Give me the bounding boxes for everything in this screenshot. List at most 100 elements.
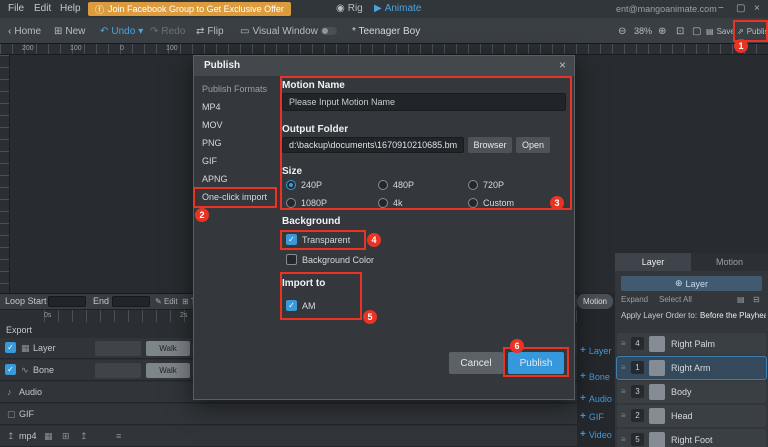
layer-name: Head xyxy=(671,411,693,421)
menu-edit[interactable]: Edit xyxy=(34,3,51,14)
menu-file[interactable]: File xyxy=(8,3,24,14)
layers-icon[interactable]: ▤ xyxy=(737,295,745,304)
plus-icon: + xyxy=(580,345,586,356)
maximize-icon[interactable]: ▢ xyxy=(736,3,745,14)
timeline-clip[interactable] xyxy=(95,363,141,378)
save-button[interactable]: ▤ Save xyxy=(706,24,735,38)
zoom-in-button[interactable]: ⊕ xyxy=(658,24,666,38)
timeline-tick: 0s xyxy=(44,312,52,319)
panel-add-layer-button[interactable]: ⊕ Layer xyxy=(621,276,762,291)
size-option-1080p[interactable]: 1080P xyxy=(286,198,327,208)
drag-handle-icon[interactable]: ≡ xyxy=(621,363,626,372)
drag-handle-icon[interactable]: ≡ xyxy=(621,387,626,396)
undo-label: Undo xyxy=(111,25,136,37)
layer-order-number[interactable]: 5 xyxy=(631,433,644,446)
add-track-icon[interactable]: ⊞ xyxy=(62,431,70,442)
format-png[interactable]: PNG xyxy=(202,138,222,148)
drag-handle-icon[interactable]: ≡ xyxy=(621,411,626,420)
motion-name-input[interactable] xyxy=(282,93,566,111)
add-gif-button[interactable]: + GIF xyxy=(580,411,604,422)
undo-button[interactable]: ↶ Undo ▾ xyxy=(100,24,143,38)
drag-handle-icon[interactable]: ≡ xyxy=(621,339,626,348)
visual-window-button[interactable]: ▭ Visual Window xyxy=(240,24,337,38)
annotation-number-5: 5 xyxy=(363,310,377,324)
walk-clip[interactable]: Walk xyxy=(146,341,190,356)
plus-icon: + xyxy=(580,411,586,422)
size-option-240p[interactable]: 240P xyxy=(286,180,322,190)
layer-row[interactable]: ≡ 1 Right Arm xyxy=(616,356,767,380)
select-all-button[interactable]: Select All xyxy=(659,295,692,304)
loop-start-input[interactable] xyxy=(48,296,86,307)
layer-row[interactable]: ≡ 4 Right Palm xyxy=(617,333,766,355)
visual-window-toggle[interactable] xyxy=(320,27,337,35)
mode-rig[interactable]: ◉ Rig xyxy=(336,3,363,14)
layer-row[interactable]: ≡ 3 Body xyxy=(617,381,766,403)
add-layer-button[interactable]: + Layer xyxy=(580,345,611,356)
account-email[interactable]: ent@mangoanimate.com xyxy=(616,4,717,14)
fit-view-button[interactable]: ⊡ xyxy=(676,24,684,38)
grid-icon[interactable]: ▦ xyxy=(44,431,53,442)
background-color-option[interactable]: Background Color xyxy=(286,254,374,265)
layer-row[interactable]: ≡ 2 Head xyxy=(617,405,766,427)
publish-toolbar-button[interactable]: ⇗Publish xyxy=(737,24,768,38)
format-apng[interactable]: APNG xyxy=(202,174,228,184)
drag-handle-icon[interactable]: ≡ xyxy=(621,435,626,444)
annotation-number-3: 3 xyxy=(550,196,564,210)
minimize-icon[interactable]: − xyxy=(718,3,724,14)
open-button[interactable]: Open xyxy=(516,137,550,153)
close-icon[interactable]: × xyxy=(754,3,760,14)
fullscreen-button[interactable]: ▢ xyxy=(692,24,701,38)
expand-button[interactable]: Expand xyxy=(621,295,648,304)
layer-order-number[interactable]: 4 xyxy=(631,337,644,350)
format-one-click-import[interactable]: One-click import xyxy=(202,192,267,202)
tab-motion[interactable]: Motion xyxy=(691,253,768,271)
browser-button[interactable]: Browser xyxy=(468,137,512,153)
mode-animate[interactable]: ▶ Animate xyxy=(374,3,421,14)
add-video-button[interactable]: + Video xyxy=(580,429,612,440)
edit-button[interactable]: ✎ Edit xyxy=(155,297,178,306)
transparent-option[interactable]: Transparent xyxy=(286,234,350,245)
apply-layer-order[interactable]: Apply Layer Order to: Before the Playhea… xyxy=(621,311,766,322)
layer-order-number[interactable]: 3 xyxy=(631,385,644,398)
save-icon: ▤ xyxy=(706,26,714,36)
timeline-clip[interactable] xyxy=(95,341,141,356)
redo-button[interactable]: ↷ Redo xyxy=(150,24,185,38)
end-input[interactable] xyxy=(112,296,150,307)
home-label: Home xyxy=(14,25,42,37)
layer-order-number[interactable]: 2 xyxy=(631,409,644,422)
output-folder-input[interactable] xyxy=(282,137,464,153)
layer-track-checkbox[interactable] xyxy=(5,342,16,353)
new-button[interactable]: ⊞ New xyxy=(54,24,85,38)
publish-button[interactable]: Publish xyxy=(508,352,564,374)
facebook-banner[interactable]: ⓕ Join Facebook Group to Get Exclusive O… xyxy=(88,2,291,16)
add-layer-label: Layer xyxy=(588,345,612,356)
tab-layer[interactable]: Layer xyxy=(615,253,691,271)
layer-row[interactable]: ≡ 5 Right Foot xyxy=(617,429,766,447)
format-mov[interactable]: MOV xyxy=(202,120,223,130)
delete-icon[interactable]: ⊟ xyxy=(753,295,760,304)
dialog-close-icon[interactable]: × xyxy=(559,58,566,72)
home-button[interactable]: ‹ Home xyxy=(8,24,41,38)
flip-button[interactable]: ⇄ Flip xyxy=(196,24,224,38)
cancel-button[interactable]: Cancel xyxy=(449,352,503,374)
size-option-4k[interactable]: 4k xyxy=(378,198,403,208)
motion-button[interactable]: Motion xyxy=(577,294,613,309)
am-option[interactable]: AM xyxy=(286,300,316,311)
format-mp4[interactable]: MP4 xyxy=(202,102,221,112)
menu-icon[interactable]: ≡ xyxy=(116,431,121,441)
format-gif[interactable]: GIF xyxy=(202,156,217,166)
add-audio-button[interactable]: + Audio xyxy=(580,393,612,404)
size-option-480p[interactable]: 480P xyxy=(378,180,414,190)
layer-order-number[interactable]: 1 xyxy=(631,361,644,374)
bone-track-checkbox[interactable] xyxy=(5,364,16,375)
size-option-custom[interactable]: Custom xyxy=(468,198,514,208)
add-bone-button[interactable]: + Bone xyxy=(580,371,610,382)
vertical-ruler xyxy=(0,55,10,293)
menu-help[interactable]: Help xyxy=(60,3,81,14)
up-icon[interactable]: ↥ xyxy=(80,431,88,442)
size-option-label: 480P xyxy=(393,180,415,190)
size-label: Size xyxy=(282,166,303,177)
zoom-out-button[interactable]: ⊖ xyxy=(618,24,626,38)
size-option-720p[interactable]: 720P xyxy=(468,180,504,190)
walk-clip[interactable]: Walk xyxy=(146,363,190,378)
